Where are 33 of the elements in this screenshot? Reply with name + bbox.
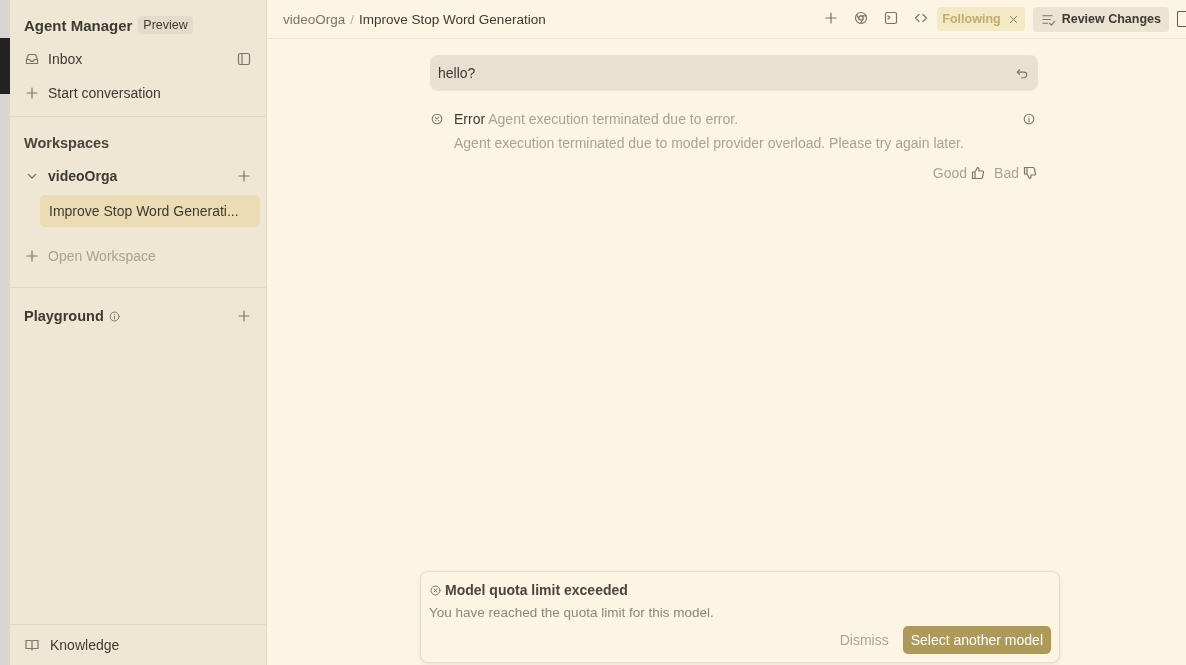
- browser-icon: [853, 9, 870, 26]
- preview-badge: Preview: [138, 16, 193, 34]
- info-icon: [1022, 112, 1036, 126]
- knowledge-item[interactable]: Knowledge: [10, 624, 266, 665]
- sidebar-item[interactable]: Inbox: [10, 42, 266, 76]
- inbox-icon: [24, 51, 40, 67]
- thumbs-down-icon: [1022, 165, 1038, 181]
- breadcrumb-item[interactable]: Improve Stop Word Generation: [359, 11, 546, 27]
- workspace-item[interactable]: videoOrga: [24, 168, 228, 184]
- terminal-icon: [883, 9, 900, 26]
- plus-icon: [236, 168, 252, 184]
- user-message: hello?: [430, 55, 1038, 91]
- breadcrumb-separator: /: [350, 11, 355, 27]
- error-icon: [430, 112, 444, 126]
- conversation-item[interactable]: Improve Stop Word Generati...: [40, 195, 260, 227]
- sidebar-item[interactable]: Start conversation: [10, 76, 266, 110]
- section-heading: Playground: [24, 308, 104, 324]
- sidebar-toggle-icon: [236, 51, 252, 67]
- error-text: Error Agent execution terminated due to error.: [454, 111, 740, 127]
- toast-message: You have reached the quota limit for this model.: [429, 605, 715, 620]
- breadcrumb-item[interactable]: videoOrga: [283, 11, 346, 27]
- section-heading: Workspaces: [23, 134, 111, 153]
- info-icon: [107, 309, 121, 323]
- toast-title: Model quota limit exceeded: [445, 582, 628, 598]
- plus-icon: [24, 85, 40, 101]
- app-title: Agent Manager: [24, 16, 133, 34]
- plus-icon: [24, 248, 40, 264]
- thumbs-up-icon: [970, 165, 987, 181]
- error-icon: [429, 583, 442, 597]
- review-changes-button[interactable]: Review Changes: [1032, 6, 1169, 32]
- plus-icon: [236, 308, 252, 324]
- error-detail: Agent execution terminated due to model provider overload. Please try again later.: [454, 135, 965, 151]
- book-icon: [24, 637, 40, 653]
